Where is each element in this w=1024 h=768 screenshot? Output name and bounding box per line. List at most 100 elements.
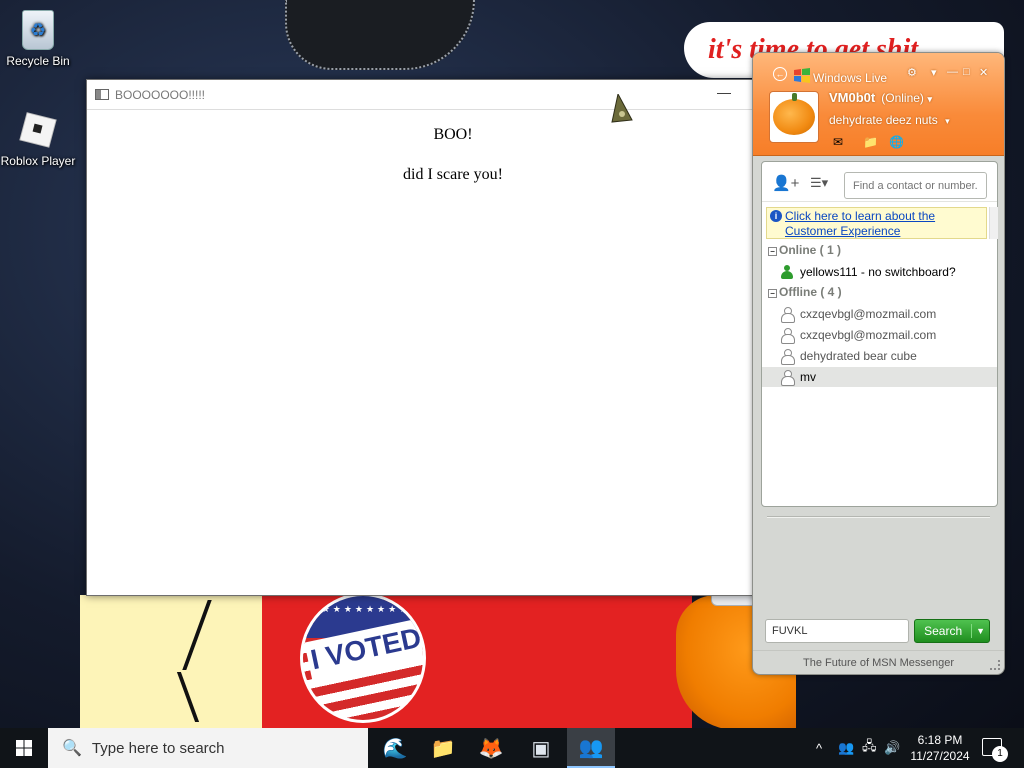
messenger-window[interactable]: ← Windows Live ⚙ ▾ — □ ✕ VM0b0t (Online) …	[752, 52, 1005, 675]
globe-icon[interactable]: 🌐	[889, 135, 904, 149]
minimize-button[interactable]: —	[713, 84, 735, 104]
boo-window[interactable]: BOOOOOOO!!!!! — BOO! did I scare you!	[86, 79, 766, 596]
contact-name: cxzqevbgl@mozmail.com	[800, 307, 937, 321]
contact-item[interactable]: cxzqevbgl@mozmail.com	[762, 304, 997, 324]
personal-message[interactable]: dehydrate deez nuts ▾	[829, 113, 950, 127]
edge-icon: 🌊	[382, 737, 408, 760]
taskbar-app-edge[interactable]: 🌊	[371, 728, 419, 768]
messenger-minimize-button[interactable]: —	[947, 66, 958, 78]
taskbar-search-placeholder: Type here to search	[91, 739, 225, 757]
online-buddy-icon	[780, 265, 794, 279]
start-button[interactable]	[0, 728, 48, 768]
display-name[interactable]: VM0b0t (Online) ▾	[829, 90, 932, 105]
taskbar-app-messenger[interactable]: 👥	[567, 728, 615, 768]
offline-buddy-icon	[780, 328, 795, 344]
file-explorer-icon: 📁	[430, 737, 456, 760]
info-scrollbar[interactable]	[989, 207, 998, 239]
menu-dropdown-button[interactable]: ▾	[931, 66, 937, 79]
notification-count-badge: 1	[992, 746, 1008, 762]
app-window-icon	[95, 89, 109, 100]
contact-item[interactable]: yellows111 - no switchboard?	[762, 262, 997, 282]
back-arrow-icon[interactable]: ←	[773, 67, 787, 81]
taskbar-search-box[interactable]: 🔍 Type here to search	[48, 728, 368, 768]
messenger-maximize-button[interactable]: □	[963, 66, 970, 78]
chevron-down-icon[interactable]: ▼	[972, 626, 989, 636]
contact-item-selected[interactable]: mv	[762, 367, 997, 387]
boo-window-titlebar[interactable]: BOOOOOOO!!!!! —	[87, 80, 765, 110]
boo-heading: BOO!	[433, 126, 473, 143]
taskbar-app-firefox[interactable]: 🦊	[467, 728, 515, 768]
contact-name: mv	[800, 370, 816, 384]
boo-message: did I scare you!	[403, 166, 503, 183]
wallpaper-witch-hat	[285, 0, 475, 70]
pumpkin-avatar-icon	[773, 93, 815, 135]
group-online[interactable]: − Online ( 1 )	[768, 243, 841, 257]
taskbar-app-window[interactable]: ▣	[517, 728, 565, 768]
group-label: Online ( 1 )	[779, 243, 842, 257]
status-text[interactable]: (Online)	[881, 91, 924, 105]
personal-message-text: dehydrate deez nuts	[829, 113, 938, 127]
info-banner: i Click here to learn about the Customer…	[766, 207, 987, 239]
desktop-icon-label: Roblox Player	[0, 154, 76, 168]
taskbar-clock[interactable]: 6:18 PM 11/27/2024	[904, 732, 976, 764]
display-name-text: VM0b0t	[829, 90, 876, 105]
i-voted-badge: ★★★★★★★★ I VOTED	[300, 593, 426, 723]
avatar[interactable]	[769, 91, 819, 143]
windows-flag-icon	[794, 68, 810, 83]
contact-name: dehydrated bear cube	[800, 349, 917, 363]
folder-icon[interactable]: 📁	[863, 135, 878, 149]
view-options-icon[interactable]: ☰▾	[810, 175, 828, 191]
desktop-icon-label: Recycle Bin	[6, 54, 70, 68]
mail-icon[interactable]: ✉	[833, 135, 843, 149]
app-window-icon: ▣	[531, 737, 551, 760]
divider	[767, 516, 990, 518]
collapse-toggle-icon[interactable]: −	[768, 289, 777, 298]
clock-date: 11/27/2024	[910, 749, 970, 763]
messenger-icon: 👥	[578, 736, 604, 759]
recycle-bin-icon: ♻	[22, 10, 54, 50]
web-search-input[interactable]	[765, 619, 909, 643]
desktop-icon-recycle-bin[interactable]: ♻ Recycle Bin	[0, 10, 76, 68]
settings-icon[interactable]: ⚙	[907, 66, 917, 79]
offline-buddy-icon	[780, 370, 795, 386]
desktop-icon-roblox-player[interactable]: Roblox Player	[0, 108, 76, 168]
windows-logo-icon	[16, 740, 32, 756]
contact-item[interactable]: cxzqevbgl@mozmail.com	[762, 325, 997, 345]
messenger-footer: The Future of MSN Messenger	[753, 650, 1004, 674]
contact-search-input[interactable]	[844, 172, 987, 199]
search-button[interactable]: Search ▼	[914, 619, 990, 643]
roblox-icon	[18, 108, 58, 150]
contact-list-panel: 👤+ ☰▾ i Click here to learn about the Cu…	[761, 161, 998, 507]
messenger-close-button[interactable]: ✕	[979, 66, 988, 79]
contact-name: yellows111 - no switchboard?	[800, 265, 956, 279]
customer-experience-link[interactable]: Click here to learn about the Customer E…	[785, 209, 945, 239]
wallpaper-yellow-shape	[80, 595, 262, 730]
contact-name: cxzqevbgl@mozmail.com	[800, 328, 937, 342]
group-offline[interactable]: − Offline ( 4 )	[768, 285, 842, 299]
contact-item[interactable]: dehydrated bear cube	[762, 346, 997, 366]
clock-time: 6:18 PM	[917, 733, 963, 747]
add-contact-icon[interactable]: 👤+	[772, 174, 799, 192]
search-button-label: Search	[915, 624, 973, 638]
messenger-title: Windows Live	[813, 71, 888, 85]
status-caret[interactable]: ▾	[928, 94, 933, 104]
tray-messenger-icon[interactable]: 👥	[838, 728, 854, 768]
offline-buddy-icon	[780, 349, 795, 365]
boo-window-title: BOOOOOOO!!!!!	[115, 87, 206, 102]
offline-buddy-icon	[780, 307, 795, 323]
firefox-icon: 🦊	[478, 737, 504, 760]
group-label: Offline ( 4 )	[779, 285, 842, 299]
taskbar-app-file-explorer[interactable]: 📁	[419, 728, 467, 768]
contact-toolbar: 👤+ ☰▾	[762, 162, 997, 202]
tray-network-icon[interactable]: 🖧	[862, 728, 877, 768]
messenger-header: ← Windows Live ⚙ ▾ — □ ✕ VM0b0t (Online) …	[753, 53, 1004, 156]
resize-grip-icon[interactable]	[990, 660, 1000, 670]
search-icon: 🔍	[62, 740, 82, 757]
witch-cursor-icon	[611, 94, 633, 123]
taskbar: 🔍 Type here to search 🌊 📁 🦊 ▣ 👥 ^ 👥 🖧 🔊 …	[0, 728, 1024, 768]
psm-caret[interactable]: ▾	[945, 116, 950, 126]
collapse-toggle-icon[interactable]: −	[768, 247, 777, 256]
tray-volume-icon[interactable]: 🔊	[884, 728, 900, 768]
tray-chevron-icon[interactable]: ^	[816, 728, 822, 768]
info-icon: i	[770, 210, 782, 222]
